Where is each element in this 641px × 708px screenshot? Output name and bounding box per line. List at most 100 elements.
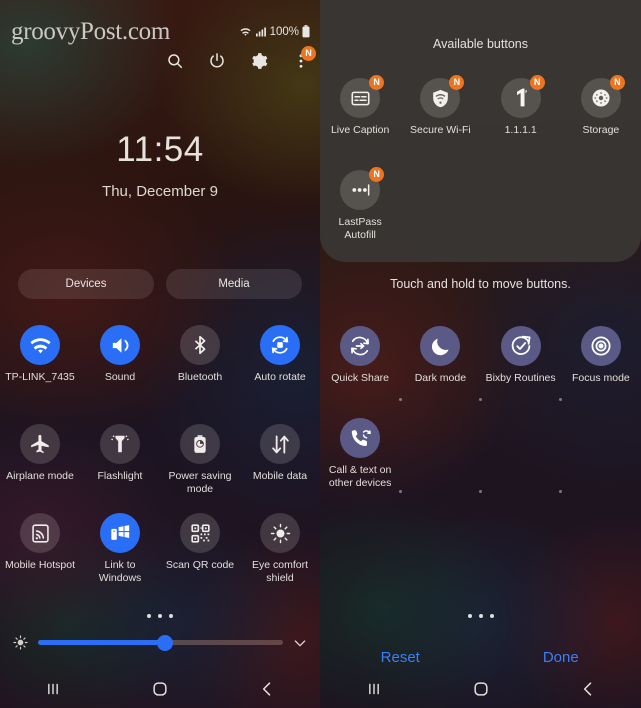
active-tile[interactable]: Dark mode	[400, 326, 480, 385]
quick-tile[interactable]: Eye comfort shield	[240, 513, 320, 584]
available-tile[interactable]: N Live Caption	[320, 75, 400, 137]
search-icon[interactable]	[166, 52, 184, 70]
header-icon-row: N	[166, 46, 316, 70]
page-indicator	[320, 614, 641, 618]
active-tile[interactable]: Focus mode	[561, 326, 641, 385]
quick-tile-label: Flashlight	[97, 470, 143, 482]
active-tile[interactable]: Call & text on other devices	[320, 418, 400, 489]
active-tile[interactable]: Quick Share	[320, 326, 400, 385]
signal-icon	[255, 26, 267, 38]
devices-button[interactable]: Devices	[18, 269, 154, 299]
available-tile[interactable]: N Secure Wi-Fi	[400, 75, 480, 137]
call-text-other-devices-icon[interactable]	[340, 418, 381, 458]
quick-tile-label: Bluetooth	[177, 371, 223, 383]
active-tile-label: Quick Share	[331, 372, 390, 384]
quick-tile[interactable]: Link to Windows	[80, 513, 160, 584]
live-caption-icon[interactable]: N	[340, 75, 385, 118]
page-dot[interactable]	[169, 614, 173, 618]
hotspot-icon[interactable]	[20, 513, 60, 553]
available-tile[interactable]: N Storage	[561, 75, 641, 137]
quick-tile[interactable]: Sound	[80, 325, 160, 384]
wifi-icon[interactable]	[20, 325, 60, 365]
home-icon[interactable]	[427, 679, 534, 699]
quick-tile[interactable]: Auto rotate	[240, 325, 320, 384]
data-transfer-icon[interactable]	[260, 424, 300, 464]
quick-tile-label: Link to Windows	[98, 559, 142, 584]
recents-icon[interactable]	[320, 679, 427, 699]
auto-rotate-icon[interactable]	[260, 325, 300, 365]
page-dot[interactable]	[478, 614, 483, 618]
page-indicator	[0, 614, 320, 618]
quick-tile[interactable]: Mobile Hotspot	[0, 513, 80, 584]
quick-tile-row-3: Mobile Hotspot Link to Windows Scan QR c…	[0, 513, 320, 584]
home-icon[interactable]	[107, 679, 214, 699]
power-icon[interactable]	[208, 52, 226, 70]
watermark: groovyPost.com	[11, 18, 170, 45]
quick-tile-row-2: Airplane mode Flashlight Power saving mo…	[0, 424, 320, 495]
quick-tile-row-1: TP-LINK_7435 Sound Bluetooth Auto rotate	[0, 325, 320, 384]
available-tile-label: LastPass Autofill	[338, 216, 382, 241]
eye-comfort-icon[interactable]	[260, 513, 300, 553]
done-button[interactable]: Done	[481, 649, 641, 666]
qr-code-icon[interactable]	[180, 513, 220, 553]
back-icon[interactable]	[534, 679, 641, 699]
clock-date: Thu, December 9	[102, 183, 218, 200]
available-tile-row-2: N LastPass Autofill	[320, 167, 641, 241]
airplane-icon[interactable]	[20, 424, 60, 464]
page-dot[interactable]	[158, 614, 162, 618]
quick-tile[interactable]: Power saving mode	[160, 424, 240, 495]
quick-tile-label: Power saving mode	[168, 470, 232, 495]
quick-tile-label: Scan QR code	[165, 559, 235, 571]
bluetooth-icon[interactable]	[180, 325, 220, 365]
page-dot[interactable]	[489, 614, 494, 618]
navigation-bar	[0, 670, 320, 708]
active-tile-label: Bixby Routines	[485, 372, 556, 384]
quick-tile-label: Auto rotate	[254, 371, 306, 383]
quick-tile[interactable]: Bluetooth	[160, 325, 240, 384]
focus-mode-icon[interactable]	[580, 326, 621, 366]
link-to-windows-icon[interactable]	[100, 513, 140, 553]
lastpass-icon[interactable]: N	[340, 167, 385, 210]
available-tile-label: 1.1.1.1	[504, 124, 537, 136]
page-dot[interactable]	[147, 614, 151, 618]
reset-button[interactable]: Reset	[320, 649, 481, 666]
brightness-slider-row	[12, 634, 308, 651]
chevron-down-icon[interactable]	[292, 635, 308, 651]
edit-action-row: Reset Done	[320, 649, 641, 666]
new-badge: N	[529, 75, 545, 90]
gear-icon[interactable]	[250, 52, 268, 70]
quick-tile[interactable]: TP-LINK_7435	[0, 325, 80, 384]
available-tile-label: Storage	[582, 124, 620, 136]
overflow-menu-icon[interactable]: N	[292, 46, 316, 70]
recents-icon[interactable]	[0, 679, 107, 699]
quick-share-icon[interactable]	[340, 326, 381, 366]
quick-tile[interactable]: Scan QR code	[160, 513, 240, 584]
quick-tile[interactable]: Airplane mode	[0, 424, 80, 495]
quick-tile-label: Sound	[104, 371, 136, 383]
one-one-one-one-icon[interactable]: N	[500, 75, 545, 118]
available-buttons-title: Available buttons	[433, 37, 528, 51]
volume-icon[interactable]	[100, 325, 140, 365]
moon-icon[interactable]	[420, 326, 461, 366]
wifi-icon	[239, 26, 252, 38]
active-tile[interactable]: Bixby Routines	[481, 326, 561, 385]
back-icon[interactable]	[213, 679, 320, 699]
quick-settings-panel: groovyPost.com 100% N 11:54 Thu, Decembe…	[0, 0, 320, 708]
new-badge: N	[369, 75, 385, 90]
quick-tile[interactable]: Mobile data	[240, 424, 320, 495]
media-button[interactable]: Media	[166, 269, 302, 299]
available-tile-row-1: N Live Caption N Secure Wi-Fi N 1.1.1.1	[320, 75, 641, 137]
quick-tile-label: Mobile data	[252, 470, 308, 482]
available-tile[interactable]: N LastPass Autofill	[320, 167, 400, 241]
page-dot[interactable]	[467, 614, 472, 618]
battery-saver-icon[interactable]	[180, 424, 220, 464]
available-tile[interactable]: N 1.1.1.1	[481, 75, 561, 137]
quick-tile[interactable]: Flashlight	[80, 424, 160, 495]
secure-wifi-icon[interactable]: N	[420, 75, 465, 118]
storage-icon[interactable]: N	[580, 75, 625, 118]
drag-hint-text: Touch and hold to move buttons.	[390, 277, 571, 291]
battery-icon	[302, 25, 310, 38]
flashlight-icon[interactable]	[100, 424, 140, 464]
brightness-slider[interactable]	[38, 634, 283, 651]
bixby-routines-icon[interactable]	[500, 326, 541, 366]
